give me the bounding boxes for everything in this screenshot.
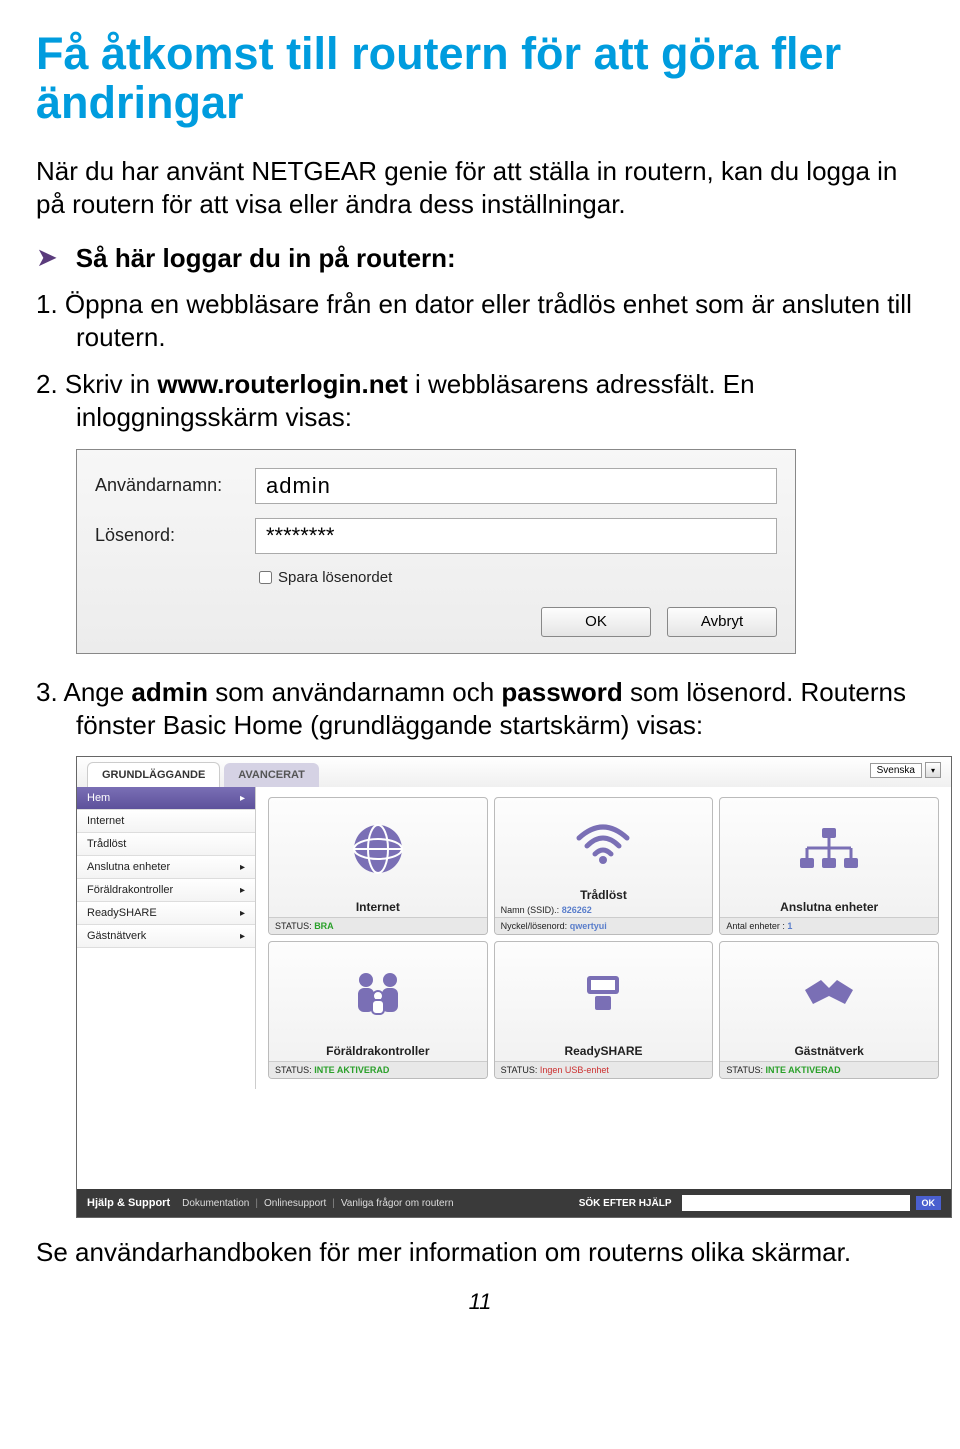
footer-bar: Hjälp & Support Dokumentation | Onlinesu… <box>77 1189 951 1217</box>
router-basic-home: GRUNDLÄGGANDE AVANCERAT Svenska ▾ Hem▸ I… <box>76 756 952 1218</box>
sidebar: Hem▸ Internet Trådlöst Anslutna enheter▸… <box>77 787 256 1089</box>
tab-basic[interactable]: GRUNDLÄGGANDE <box>87 762 220 787</box>
tile-label: Gästnätverk <box>794 1044 863 1058</box>
page-number: 11 <box>36 1289 924 1315</box>
sidebar-item-parental[interactable]: Föräldrakontroller▸ <box>77 879 255 902</box>
bullet-login: ➤ Så här loggar du in på routern: <box>36 242 924 276</box>
footer-link-doc[interactable]: Dokumentation <box>182 1198 249 1209</box>
tile-internet[interactable]: Internet STATUS: BRA <box>268 797 488 935</box>
sidebar-item-hem[interactable]: Hem▸ <box>77 787 255 810</box>
footer-search-input[interactable] <box>682 1195 910 1211</box>
bullet-text: Så här loggar du in på routern: <box>76 242 456 276</box>
closing-paragraph: Se användarhandboken för mer information… <box>36 1236 924 1269</box>
save-password-label: Spara lösenordet <box>278 569 392 586</box>
step-1: 1. Öppna en webbläsare från en dator ell… <box>36 288 924 355</box>
chevron-right-icon: ▸ <box>240 908 245 919</box>
tile-guest[interactable]: Gästnätverk STATUS: INTE AKTIVERAD <box>719 941 939 1079</box>
sidebar-item-internet[interactable]: Internet <box>77 810 255 833</box>
password-input[interactable] <box>255 518 777 554</box>
footer-help-support: Hjälp & Support <box>87 1197 170 1209</box>
intro-paragraph: När du har använt NETGEAR genie för att … <box>36 155 924 222</box>
step-2: 2. Skriv in www.routerlogin.net i webblä… <box>36 368 924 435</box>
handshake-icon <box>720 942 938 1044</box>
chevron-right-icon: ▸ <box>240 793 245 804</box>
chevron-right-icon: ▸ <box>240 885 245 896</box>
step-3: 3. Ange admin som användarnamn och passw… <box>36 676 924 743</box>
chevron-right-icon: ▸ <box>240 862 245 873</box>
language-selector[interactable]: Svenska ▾ <box>870 762 941 778</box>
sidebar-item-guest[interactable]: Gästnätverk▸ <box>77 925 255 948</box>
tile-label: Trådlöst <box>580 888 627 902</box>
tile-readyshare[interactable]: ReadySHARE STATUS: Ingen USB-enhet <box>494 941 714 1079</box>
ok-button[interactable]: OK <box>541 607 651 637</box>
tile-wireless[interactable]: Trådlöst Namn (SSID).: 826262 Nyckel/lös… <box>494 797 714 935</box>
sidebar-item-readyshare[interactable]: ReadySHARE▸ <box>77 902 255 925</box>
footer-search-label: SÖK EFTER HJÄLP <box>579 1198 672 1209</box>
username-label: Användarnamn: <box>95 475 255 496</box>
tile-label: ReadySHARE <box>564 1044 642 1058</box>
tile-label: Internet <box>356 900 400 914</box>
tile-devices[interactable]: Anslutna enheter Antal enheter : 1 <box>719 797 939 935</box>
login-dialog: Användarnamn: Lösenord: Spara lösenordet… <box>76 449 796 654</box>
chevron-down-icon[interactable]: ▾ <box>925 762 941 778</box>
page-title: Få åtkomst till routern för att göra fle… <box>36 30 924 127</box>
tile-label: Anslutna enheter <box>780 900 878 914</box>
empty-area <box>77 1089 951 1189</box>
footer-ok-button[interactable]: OK <box>916 1196 942 1210</box>
language-value: Svenska <box>870 763 922 778</box>
tile-label: Föräldrakontroller <box>326 1044 429 1058</box>
tab-advanced[interactable]: AVANCERAT <box>224 763 319 787</box>
tile-parental[interactable]: Föräldrakontroller STATUS: INTE AKTIVERA… <box>268 941 488 1079</box>
username-input[interactable] <box>255 468 777 504</box>
tab-bar: GRUNDLÄGGANDE AVANCERAT Svenska ▾ <box>77 757 951 787</box>
usb-icon <box>495 942 713 1044</box>
globe-icon <box>269 798 487 900</box>
footer-link-faq[interactable]: Vanliga frågor om routern <box>341 1198 454 1209</box>
sidebar-item-wireless[interactable]: Trådlöst <box>77 833 255 856</box>
wifi-icon <box>495 798 713 888</box>
sidebar-item-devices[interactable]: Anslutna enheter▸ <box>77 856 255 879</box>
save-password-checkbox[interactable] <box>259 571 272 584</box>
chevron-right-icon: ▸ <box>240 931 245 942</box>
footer-link-online[interactable]: Onlinesupport <box>264 1198 326 1209</box>
password-label: Lösenord: <box>95 525 255 546</box>
family-icon <box>269 942 487 1044</box>
network-icon <box>720 798 938 900</box>
cancel-button[interactable]: Avbryt <box>667 607 777 637</box>
bullet-arrow-icon: ➤ <box>36 242 58 273</box>
